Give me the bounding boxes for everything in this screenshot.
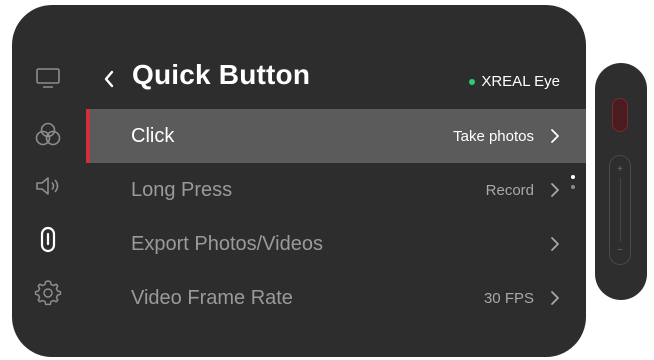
menu-row-frame-rate[interactable]: Video Frame Rate 30 FPS bbox=[86, 271, 586, 325]
row-label: Click bbox=[131, 124, 175, 147]
paperclip-icon[interactable] bbox=[30, 225, 66, 255]
row-value: 30 FPS bbox=[483, 289, 534, 307]
scroll-dot bbox=[571, 185, 575, 189]
row-value: Record bbox=[485, 181, 534, 199]
row-value: Take photos bbox=[453, 127, 534, 145]
chevron-right-icon bbox=[548, 288, 562, 308]
status-label: XREAL Eye bbox=[481, 73, 560, 90]
color-circles-icon[interactable] bbox=[30, 119, 66, 149]
row-label: Long Press bbox=[131, 178, 233, 201]
page-title: Quick Button bbox=[132, 59, 311, 90]
volume-icon[interactable] bbox=[30, 171, 66, 201]
volume-rocker[interactable]: + − bbox=[609, 155, 631, 265]
menu-row-export[interactable]: Export Photos/Videos bbox=[86, 217, 586, 271]
status-dot bbox=[469, 78, 476, 85]
gear-icon[interactable] bbox=[30, 277, 66, 307]
device-status: XREAL Eye bbox=[469, 73, 560, 90]
back-chevron-icon[interactable] bbox=[98, 65, 120, 93]
menu-row-long-press[interactable]: Long Press Record bbox=[86, 163, 586, 217]
minus-icon: − bbox=[617, 245, 623, 256]
rocker-track bbox=[620, 178, 621, 242]
quick-button-panel: Quick Button XREAL Eye Click Take photos… bbox=[12, 5, 586, 357]
chevron-right-icon bbox=[548, 180, 562, 200]
menu-row-click[interactable]: Click Take photos bbox=[86, 109, 586, 163]
scroll-indicator bbox=[570, 175, 576, 195]
chevron-right-icon bbox=[548, 234, 562, 254]
selection-accent bbox=[86, 109, 90, 163]
scroll-dot-active bbox=[571, 175, 575, 179]
controller-remote: + − bbox=[595, 63, 647, 300]
display-icon[interactable] bbox=[30, 63, 66, 93]
capture-button[interactable] bbox=[612, 98, 628, 132]
plus-icon: + bbox=[617, 164, 623, 175]
chevron-right-icon bbox=[548, 126, 562, 146]
row-label: Export Photos/Videos bbox=[131, 232, 323, 255]
row-label: Video Frame Rate bbox=[131, 286, 293, 309]
